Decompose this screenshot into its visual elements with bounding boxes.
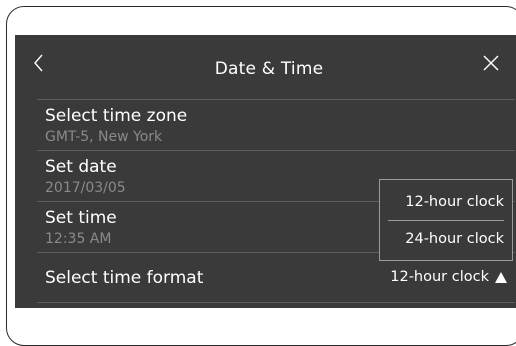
- settings-screen: Date & Time Select time zone GMT-5, New …: [15, 35, 516, 308]
- setting-value: 2017/03/05: [45, 180, 126, 196]
- setting-value: GMT-5, New York: [45, 129, 163, 145]
- close-button[interactable]: [479, 51, 503, 75]
- setting-label: Select time format: [45, 268, 204, 288]
- triangle-up-icon: [495, 271, 507, 283]
- setting-time-zone[interactable]: Select time zone GMT-5, New York: [37, 99, 515, 150]
- header: Date & Time: [15, 35, 516, 99]
- option-12-hour[interactable]: 12-hour clock: [380, 194, 512, 210]
- time-format-current: 12-hour clock: [390, 269, 489, 285]
- page-title: Date & Time: [214, 59, 324, 79]
- setting-value: 12:35 AM: [45, 231, 112, 247]
- option-24-hour[interactable]: 24-hour clock: [380, 231, 512, 247]
- time-format-select[interactable]: 12-hour clock: [390, 269, 507, 285]
- setting-label: Select time zone: [45, 106, 188, 126]
- setting-label: Set time: [45, 208, 117, 228]
- time-format-dropdown: 12-hour clock 24-hour clock: [379, 179, 513, 261]
- close-icon: [483, 55, 499, 71]
- device-frame: Date & Time Select time zone GMT-5, New …: [6, 6, 516, 346]
- dropdown-divider: [388, 220, 504, 221]
- setting-label: Set date: [45, 157, 117, 177]
